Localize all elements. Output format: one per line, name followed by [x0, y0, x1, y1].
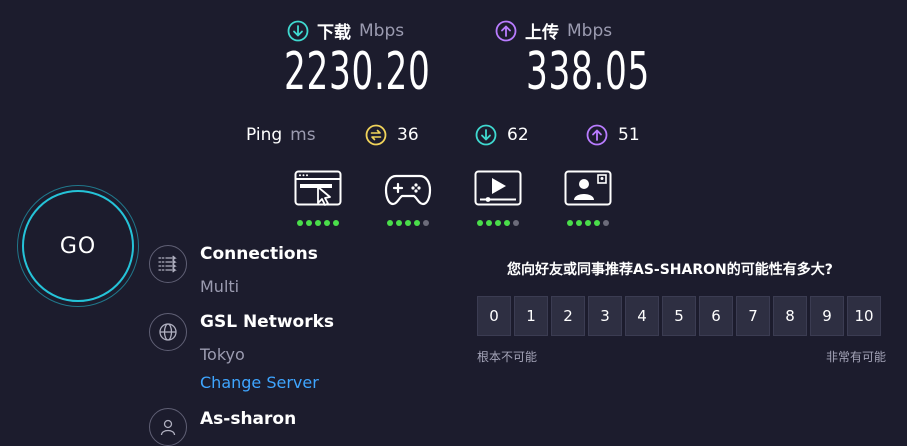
- rating-dot-filled: [585, 220, 591, 226]
- category-video-chat: [564, 170, 612, 226]
- download-unit: Mbps: [359, 20, 405, 41]
- rating-dots: [294, 220, 342, 226]
- ping-label-group: Ping ms: [246, 125, 316, 145]
- nps-option-9[interactable]: 9: [810, 296, 844, 336]
- category-web: [294, 170, 342, 226]
- upload-label: 上传: [525, 23, 559, 43]
- rating-dot-filled: [324, 220, 330, 226]
- rating-dot-filled: [297, 220, 303, 226]
- rating-dot-empty: [603, 220, 609, 226]
- connections-title: Connections: [200, 244, 318, 264]
- rating-dot-filled: [315, 220, 321, 226]
- rating-dot-filled: [387, 220, 393, 226]
- rating-dot-filled: [396, 220, 402, 226]
- rating-dot-empty: [423, 220, 429, 226]
- globe-icon: [149, 313, 187, 351]
- ping-label: Ping: [246, 125, 283, 145]
- ping-idle-icon: [365, 124, 387, 146]
- rating-dot-filled: [486, 220, 492, 226]
- rating-dot-empty: [513, 220, 519, 226]
- nps-option-1[interactable]: 1: [514, 296, 548, 336]
- survey-low-label: 根本不可能: [477, 350, 538, 364]
- rating-dot-filled: [333, 220, 339, 226]
- nps-option-0[interactable]: 0: [477, 296, 511, 336]
- upload-unit: Mbps: [567, 20, 613, 41]
- upload-value: 338.05: [526, 42, 651, 102]
- rating-dots: [564, 220, 612, 226]
- ping-down: 62: [475, 124, 529, 146]
- user-icon: [149, 408, 187, 446]
- rating-dot-filled: [306, 220, 312, 226]
- rating-dot-filled: [495, 220, 501, 226]
- ping-unit: ms: [290, 125, 316, 145]
- survey-high-label: 非常有可能: [825, 350, 886, 364]
- rating-dot-filled: [414, 220, 420, 226]
- rating-dot-filled: [576, 220, 582, 226]
- rating-dot-filled: [567, 220, 573, 226]
- arrow-down-circle-icon: [475, 124, 497, 146]
- connections-value: Multi: [200, 277, 240, 296]
- download-value: 2230.20: [284, 42, 431, 102]
- upload-header: 上传 Mbps: [495, 18, 612, 43]
- server-title: GSL Networks: [200, 312, 335, 332]
- ping-idle: 36: [365, 124, 419, 146]
- category-gaming: [384, 170, 432, 226]
- download-header: 下载 Mbps: [287, 18, 404, 43]
- arrow-down-circle-icon: [287, 20, 309, 41]
- go-button[interactable]: GO: [22, 190, 134, 302]
- rating-dots: [474, 220, 522, 226]
- nps-option-8[interactable]: 8: [773, 296, 807, 336]
- video-streaming-icon: [474, 170, 522, 206]
- rating-dots: [384, 220, 432, 226]
- connections-icon: [149, 245, 187, 283]
- video-chat-icon: [564, 170, 612, 206]
- rating-dot-filled: [405, 220, 411, 226]
- gaming-icon: [384, 174, 432, 206]
- arrow-up-circle-icon: [495, 20, 517, 41]
- nps-option-7[interactable]: 7: [736, 296, 770, 336]
- ping-down-value: 62: [507, 125, 529, 145]
- survey-question: 您向好友或同事推荐AS-SHARON的可能性有多大?: [507, 262, 833, 278]
- nps-option-6[interactable]: 6: [699, 296, 733, 336]
- user-title: As-sharon: [200, 409, 297, 429]
- rating-dot-filled: [477, 220, 483, 226]
- nps-option-5[interactable]: 5: [662, 296, 696, 336]
- change-server-link[interactable]: Change Server: [200, 373, 319, 392]
- category-video: [474, 170, 522, 226]
- download-label: 下载: [317, 23, 351, 43]
- web-browsing-icon: [294, 170, 342, 206]
- nps-option-4[interactable]: 4: [625, 296, 659, 336]
- ping-up-value: 51: [618, 125, 640, 145]
- nps-option-2[interactable]: 2: [551, 296, 585, 336]
- arrow-up-circle-icon: [586, 124, 608, 146]
- rating-dot-filled: [504, 220, 510, 226]
- ping-idle-value: 36: [397, 125, 419, 145]
- rating-dot-filled: [594, 220, 600, 226]
- nps-option-10[interactable]: 10: [847, 296, 881, 336]
- go-label: GO: [59, 233, 97, 259]
- ping-up: 51: [586, 124, 640, 146]
- nps-option-3[interactable]: 3: [588, 296, 622, 336]
- server-location: Tokyo: [200, 345, 245, 364]
- nps-scale: 0 1 2 3 4 5 6 7 8 9 10: [477, 296, 881, 336]
